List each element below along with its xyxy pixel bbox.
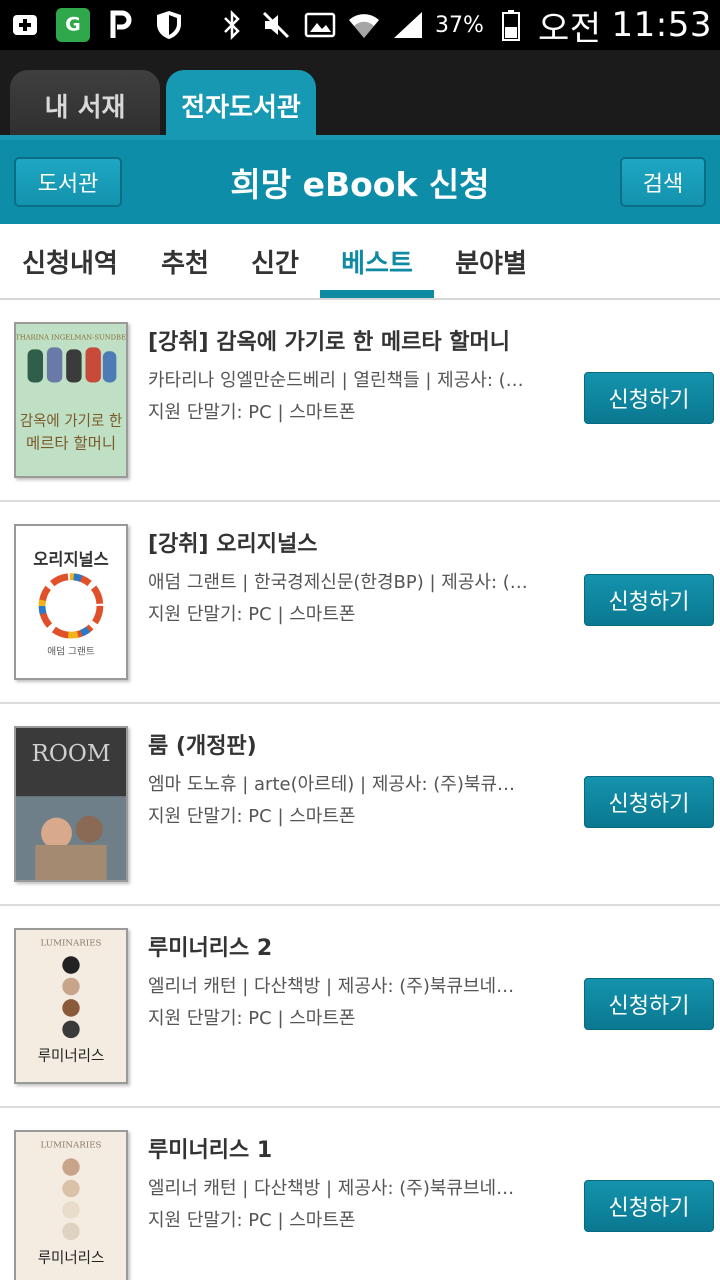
book-meta: 카타리나 잉엘만순드베리 | 열린책들 | 제공사: (주)... <box>148 370 528 391</box>
shield-icon <box>152 8 186 42</box>
parking-icon <box>104 8 138 42</box>
sub-tab-bar: 신청내역 추천 신간 베스트 분야별 <box>0 224 720 300</box>
book-cover: LUMINARIES 루미너리스 <box>14 1130 128 1280</box>
apply-button[interactable]: 신청하기 <box>584 574 714 626</box>
bluetooth-icon <box>215 8 249 42</box>
book-meta: 애덤 그랜트 | 한국경제신문(한경BP) | 제공사: (주)... <box>148 572 528 593</box>
book-device: 지원 단말기: PC | 스마트폰 <box>148 604 356 625</box>
cover-title: 루미너리스 <box>38 1250 105 1267</box>
book-meta: 엘리너 캐턴 | 다산책방 | 제공사: (주)북큐브네트웍... <box>148 1178 528 1199</box>
status-bar: G 37% 오전 11:53 <box>0 0 720 50</box>
book-title[interactable]: [강취] 오리지널스 <box>148 526 548 558</box>
mute-icon <box>259 8 293 42</box>
signal-icon <box>391 8 425 42</box>
tab-ebook-library[interactable]: 전자도서관 <box>166 70 316 140</box>
tab-best[interactable]: 베스트 <box>326 224 428 298</box>
book-title[interactable]: 루미너리스 2 <box>148 930 548 962</box>
page-header: 도서관 희망 eBook 신청 검색 <box>0 140 720 224</box>
book-title[interactable]: 루미너리스 1 <box>148 1132 548 1164</box>
svg-text:감옥에 가기로 한: 감옥에 가기로 한 <box>20 412 122 429</box>
cover-title: 오리지널스 <box>33 550 108 569</box>
clock-time: 11:53 <box>611 5 712 45</box>
book-row[interactable]: CATHARINA INGELMAN-SUNDBERG 감옥에 가기로 한 메르… <box>0 300 720 502</box>
book-cover: 오리지널스 애덤 그랜트 <box>14 524 128 680</box>
book-cover: ROOM <box>14 726 128 882</box>
page-title: 희망 eBook 신청 <box>230 165 490 204</box>
apply-button[interactable]: 신청하기 <box>584 978 714 1030</box>
battery-percent: 37% <box>435 12 484 38</box>
wifi-icon <box>347 8 381 42</box>
cover-title: ROOM <box>31 740 110 767</box>
cover-title: 루미너리스 <box>38 1048 105 1065</box>
battery-icon <box>494 8 528 42</box>
svg-text:메르타 할머니: 메르타 할머니 <box>26 435 116 453</box>
book-cover: CATHARINA INGELMAN-SUNDBERG 감옥에 가기로 한 메르… <box>14 322 128 478</box>
gmarket-icon: G <box>56 8 90 42</box>
cover-author: CATHARINA INGELMAN-SUNDBERG <box>16 334 126 342</box>
tab-new[interactable]: 신간 <box>242 224 308 298</box>
tab-my-library[interactable]: 내 서재 <box>10 70 160 140</box>
top-tab-bar: 내 서재 전자도서관 <box>0 50 720 140</box>
book-row[interactable]: ROOM 룸 (개정판) 엠마 도노휴 | arte(아르테) | 제공사: (… <box>0 704 720 906</box>
book-title[interactable]: 룸 (개정판) <box>148 728 548 760</box>
tab-recommended[interactable]: 추천 <box>150 224 220 298</box>
tab-request-history[interactable]: 신청내역 <box>14 224 126 298</box>
book-device: 지원 단말기: PC | 스마트폰 <box>148 1210 356 1231</box>
book-row[interactable]: 오리지널스 애덤 그랜트 [강취] 오리지널스 애덤 그랜트 | 한국경제신문(… <box>0 502 720 704</box>
book-device: 지원 단말기: PC | 스마트폰 <box>148 806 356 827</box>
book-meta: 엠마 도노휴 | arte(아르테) | 제공사: (주)북큐브네... <box>148 774 528 795</box>
book-title[interactable]: [강취] 감옥에 가기로 한 메르타 할머니 <box>148 324 548 356</box>
book-row[interactable]: LUMINARIES 루미너리스 루미너리스 1 엘리너 캐턴 | 다산책방 |… <box>0 1108 720 1280</box>
library-button[interactable]: 도서관 <box>14 157 122 207</box>
book-list: CATHARINA INGELMAN-SUNDBERG 감옥에 가기로 한 메르… <box>0 300 720 1280</box>
apply-button[interactable]: 신청하기 <box>584 776 714 828</box>
search-button[interactable]: 검색 <box>620 157 706 207</box>
tab-category[interactable]: 분야별 <box>446 224 536 298</box>
book-row[interactable]: LUMINARIES 루미너리스 루미너리스 2 엘리너 캐턴 | 다산책방 |… <box>0 906 720 1108</box>
book-device: 지원 단말기: PC | 스마트폰 <box>148 402 356 423</box>
book-cover: LUMINARIES 루미너리스 <box>14 928 128 1084</box>
cover-author: LUMINARIES <box>40 1141 101 1151</box>
cover-author: LUMINARIES <box>40 939 101 949</box>
clock-ampm: 오전 <box>537 8 602 49</box>
active-tab-indicator <box>320 290 434 298</box>
apply-button[interactable]: 신청하기 <box>584 372 714 424</box>
book-device: 지원 단말기: PC | 스마트폰 <box>148 1008 356 1029</box>
apply-button[interactable]: 신청하기 <box>584 1180 714 1232</box>
book-meta: 엘리너 캐턴 | 다산책방 | 제공사: (주)북큐브네트웍... <box>148 976 528 997</box>
plus-square-icon <box>8 8 42 42</box>
photo-icon <box>303 8 337 42</box>
svg-text:G: G <box>65 14 81 36</box>
cover-author: 애덤 그랜트 <box>47 646 94 658</box>
